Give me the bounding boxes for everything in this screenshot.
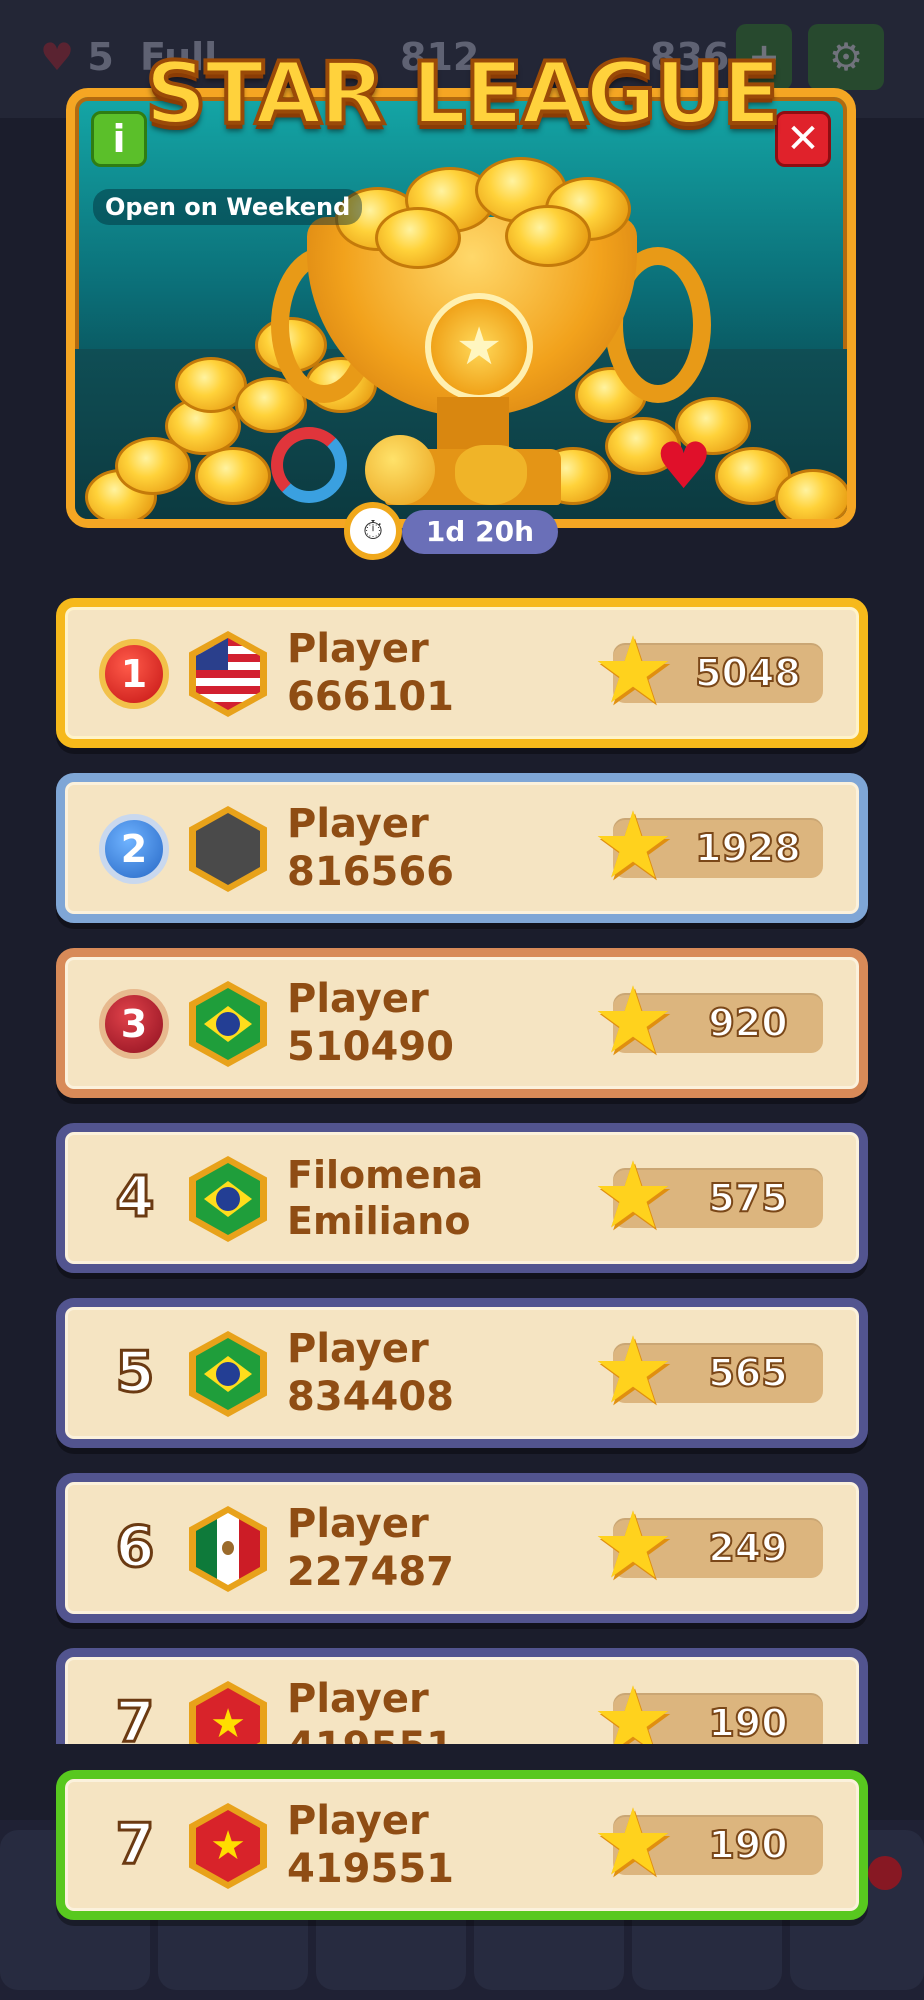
player-name: Player 227487 (287, 1501, 454, 1595)
flag-br-icon (189, 1331, 267, 1417)
coin (375, 207, 461, 269)
score-value: 190 (707, 1700, 788, 1744)
rank-number: 7 (114, 1811, 156, 1879)
gold-medal-icon: 1 (99, 639, 169, 709)
coin (775, 469, 847, 519)
star-icon: ★ (591, 1142, 675, 1249)
flag-mx-icon (189, 1506, 267, 1592)
player-name: Player 666101 (287, 626, 454, 720)
star-icon: ★ (591, 1667, 675, 1745)
leaderboard-list[interactable]: 1 Player 666101 5048 ★ 2 Player 816566 1… (0, 590, 924, 1744)
score-value: 190 (707, 1822, 788, 1868)
star-icon: ★ (591, 1492, 675, 1599)
flag-br-icon (189, 981, 267, 1067)
score-value: 575 (707, 1175, 788, 1221)
star-icon: ★ (591, 617, 675, 724)
league-banner: ★ ♥ i ✕ Open on Weekend (66, 88, 856, 528)
table-row[interactable]: 1 Player 666101 5048 ★ (56, 598, 868, 748)
lightbulb-booster-icon (365, 435, 435, 505)
heart-booster-icon: ♥ (655, 430, 713, 504)
flag-placeholder-icon (189, 806, 267, 892)
player-name: Player 834408 (287, 1326, 454, 1420)
notification-dot (868, 1856, 902, 1890)
table-row[interactable]: 2 Player 816566 1928 ★ (56, 773, 868, 923)
undo-booster-icon (455, 445, 527, 505)
timer-pill: 1d 20h (402, 510, 558, 554)
player-name: Filomena Emiliano (287, 1153, 484, 1243)
player-name: Player 816566 (287, 801, 454, 895)
rank-number: 6 (114, 1514, 156, 1582)
score-value: 920 (707, 1000, 788, 1046)
player-name: Player 419551 (287, 1798, 454, 1892)
league-title: STAR LEAGUE (143, 42, 783, 146)
rainbow-booster-icon (271, 427, 347, 503)
player-name: Player 419551 (287, 1676, 454, 1744)
score-value: 1928 (694, 825, 802, 871)
flag-br-icon (189, 1156, 267, 1242)
open-on-weekend-label: Open on Weekend (93, 189, 363, 225)
current-player-row[interactable]: 7 ★ Player 419551 190 ★ (56, 1770, 868, 1920)
rank-number: 4 (114, 1164, 156, 1232)
bronze-medal-icon: 3 (99, 989, 169, 1059)
coin (195, 447, 271, 505)
table-row[interactable]: 4 Filomena Emiliano 575 ★ (56, 1123, 868, 1273)
timer-value: 1d 20h (425, 515, 534, 548)
score-value: 249 (707, 1525, 788, 1571)
rank-number: 7 (114, 1689, 156, 1745)
score-value: 565 (707, 1350, 788, 1396)
flag-vn-icon: ★ (189, 1681, 267, 1744)
player-name: Player 510490 (287, 976, 454, 1070)
star-icon: ★ (591, 1789, 675, 1896)
star-icon: ★ (591, 1317, 675, 1424)
star-icon: ★ (591, 967, 675, 1074)
table-row[interactable]: 3 Player 510490 920 ★ (56, 948, 868, 1098)
coin (505, 205, 591, 267)
table-row[interactable]: 7 ★ Player 419551 190 ★ (56, 1648, 868, 1744)
flag-vn-icon: ★ (189, 1803, 267, 1889)
flag-us-icon (189, 631, 267, 717)
star-badge-icon: ★ (425, 293, 533, 401)
table-row[interactable]: 6 Player 227487 249 ★ (56, 1473, 868, 1623)
score-value: 5048 (694, 650, 802, 696)
stopwatch-icon: ⏱ (344, 502, 402, 560)
table-row[interactable]: 5 Player 834408 565 ★ (56, 1298, 868, 1448)
star-icon: ★ (591, 792, 675, 899)
silver-medal-icon: 2 (99, 814, 169, 884)
rank-number: 5 (114, 1339, 156, 1407)
